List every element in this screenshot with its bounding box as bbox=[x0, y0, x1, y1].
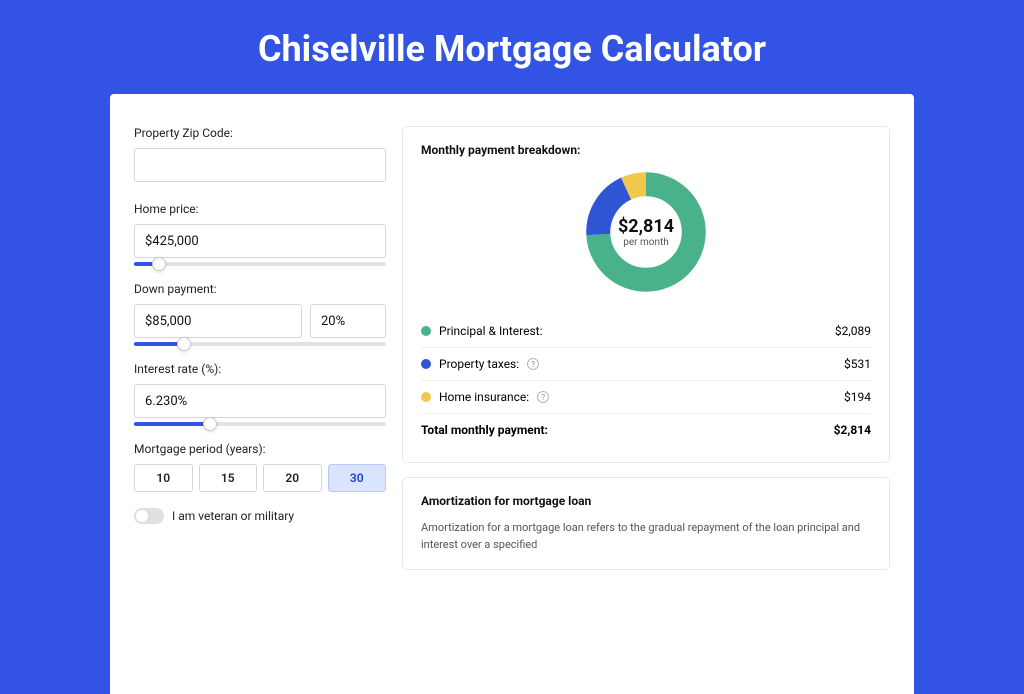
info-icon[interactable]: ? bbox=[537, 391, 549, 403]
rate-input[interactable] bbox=[134, 384, 386, 418]
breakdown-panel: Monthly payment breakdown: $2,814 per mo… bbox=[402, 126, 890, 463]
breakdown-value: $194 bbox=[844, 390, 871, 404]
calculator-card: Property Zip Code: Home price: Down paym… bbox=[110, 94, 914, 694]
down-label: Down payment: bbox=[134, 282, 386, 296]
breakdown-row-insurance: Home insurance: ? $194 bbox=[421, 381, 871, 414]
donut-amount: $2,814 bbox=[618, 216, 674, 237]
price-label: Home price: bbox=[134, 202, 386, 216]
amortization-panel: Amortization for mortgage loan Amortizat… bbox=[402, 477, 890, 570]
amortization-text: Amortization for a mortgage loan refers … bbox=[421, 520, 871, 553]
term-option-10[interactable]: 10 bbox=[134, 464, 193, 492]
zip-label: Property Zip Code: bbox=[134, 126, 386, 140]
donut-chart: $2,814 per month bbox=[583, 169, 709, 295]
breakdown-total-value: $2,814 bbox=[834, 423, 871, 437]
breakdown-label: Property taxes: bbox=[439, 357, 519, 371]
breakdown-row-total: Total monthly payment: $2,814 bbox=[421, 414, 871, 446]
price-slider[interactable] bbox=[134, 262, 386, 266]
breakdown-label: Home insurance: bbox=[439, 390, 529, 404]
dot-icon bbox=[421, 326, 431, 336]
breakdown-row-principal: Principal & Interest: $2,089 bbox=[421, 315, 871, 348]
term-option-30[interactable]: 30 bbox=[328, 464, 387, 492]
form-column: Property Zip Code: Home price: Down paym… bbox=[134, 126, 386, 662]
rate-slider-thumb[interactable] bbox=[203, 417, 217, 431]
term-option-15[interactable]: 15 bbox=[199, 464, 258, 492]
results-column: Monthly payment breakdown: $2,814 per mo… bbox=[402, 126, 890, 662]
breakdown-total-label: Total monthly payment: bbox=[421, 423, 548, 437]
breakdown-value: $2,089 bbox=[835, 324, 871, 338]
down-pct-input[interactable] bbox=[310, 304, 386, 338]
down-amount-input[interactable] bbox=[134, 304, 302, 338]
veteran-toggle[interactable] bbox=[134, 508, 164, 524]
breakdown-label: Principal & Interest: bbox=[439, 324, 543, 338]
rate-label: Interest rate (%): bbox=[134, 362, 386, 376]
down-slider-thumb[interactable] bbox=[177, 337, 191, 351]
rate-slider[interactable] bbox=[134, 422, 386, 426]
price-slider-thumb[interactable] bbox=[152, 257, 166, 271]
down-slider[interactable] bbox=[134, 342, 386, 346]
amortization-title: Amortization for mortgage loan bbox=[421, 494, 871, 508]
price-input[interactable] bbox=[134, 224, 386, 258]
donut-sub: per month bbox=[623, 237, 669, 248]
term-option-20[interactable]: 20 bbox=[263, 464, 322, 492]
breakdown-row-taxes: Property taxes: ? $531 bbox=[421, 348, 871, 381]
zip-input[interactable] bbox=[134, 148, 386, 182]
term-options: 10 15 20 30 bbox=[134, 464, 386, 492]
page-title: Chiselville Mortgage Calculator bbox=[0, 0, 1024, 94]
dot-icon bbox=[421, 359, 431, 369]
breakdown-value: $531 bbox=[844, 357, 871, 371]
info-icon[interactable]: ? bbox=[527, 358, 539, 370]
dot-icon bbox=[421, 392, 431, 402]
breakdown-title: Monthly payment breakdown: bbox=[421, 143, 871, 157]
veteran-label: I am veteran or military bbox=[172, 509, 294, 523]
term-label: Mortgage period (years): bbox=[134, 442, 386, 456]
